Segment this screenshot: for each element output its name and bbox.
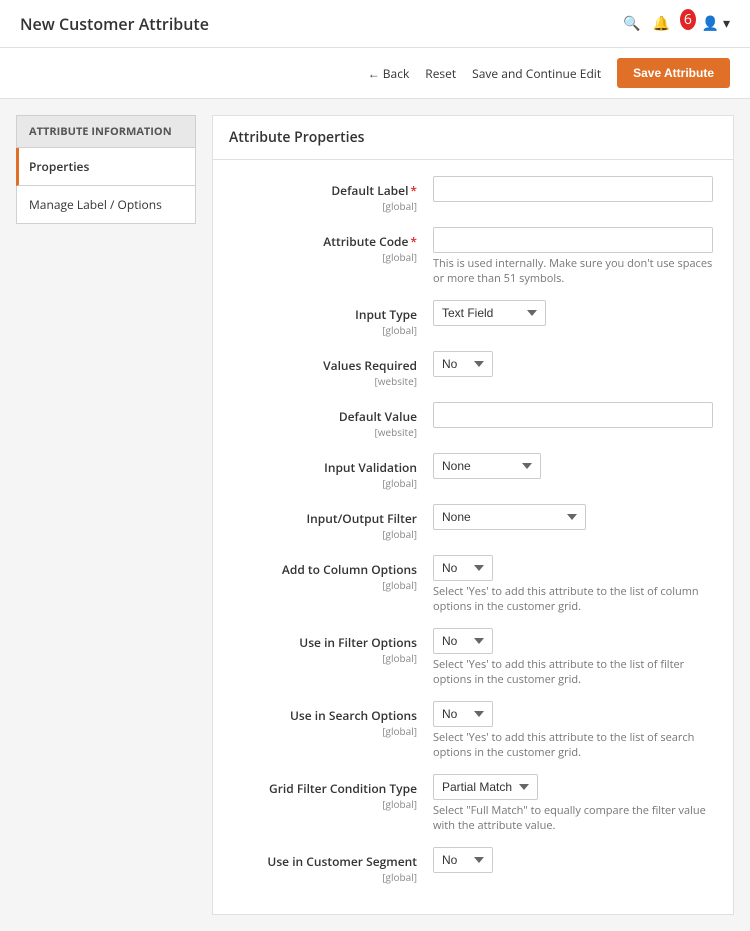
sidebar: Attribute Information Properties Manage … [16,115,196,915]
sidebar-item-properties[interactable]: Properties [16,148,196,186]
default-value-scope: [website] [233,425,417,439]
top-bar: New Customer Attribute 🔍 🔔 6 👤 ▾ [0,0,750,48]
default-label-scope: [global] [233,199,417,213]
grid-filter-select[interactable]: Partial Match Full Match Equal [433,774,538,800]
use-in-filter-select[interactable]: No Yes [433,628,493,654]
use-in-segment-label: Use in Customer Segment [267,853,417,870]
io-filter-label: Input/Output Filter [306,510,417,527]
sidebar-item-manage-label[interactable]: Manage Label / Options [16,186,196,224]
sidebar-section-title: Attribute Information [16,115,196,148]
default-value-label: Default Value [339,408,417,425]
input-type-scope: [global] [233,323,417,337]
form-row-io-filter: Input/Output Filter [global] None Strip … [233,504,713,541]
notifications-icon[interactable]: 🔔 6 [653,14,690,33]
add-to-column-scope: [global] [233,578,417,592]
use-in-segment-scope: [global] [233,870,417,884]
default-label-label: Default Label* [331,182,417,199]
form-row-grid-filter: Grid Filter Condition Type [global] Part… [233,774,713,833]
io-filter-scope: [global] [233,527,417,541]
attribute-code-input[interactable] [433,227,713,253]
input-type-select[interactable]: Text Field Text Area Date Yes/No Multipl… [433,300,546,326]
input-validation-select[interactable]: None Alphanumeric Numeric Only URL Email [433,453,541,479]
main-content: Attribute Information Properties Manage … [0,99,750,931]
attribute-code-hint: This is used internally. Make sure you d… [433,256,713,286]
use-in-filter-scope: [global] [233,651,417,665]
default-value-input[interactable] [433,402,713,428]
form-row-add-to-column: Add to Column Options [global] No Yes Se… [233,555,713,614]
use-in-filter-hint: Select 'Yes' to add this attribute to th… [433,657,713,687]
search-icon[interactable]: 🔍 [623,14,640,33]
user-icon[interactable]: 👤 ▾ [702,14,730,33]
input-validation-label: Input Validation [324,459,417,476]
action-bar: ← Back Reset Save and Continue Edit Save… [0,48,750,99]
save-attribute-button[interactable]: Save Attribute [617,58,730,88]
notification-badge: 6 [680,9,696,30]
back-link[interactable]: ← Back [368,65,410,82]
grid-filter-label: Grid Filter Condition Type [269,780,417,797]
required-marker2: * [410,233,417,250]
attribute-code-label: Attribute Code* [323,233,417,250]
form-panel-title: Attribute Properties [213,116,733,160]
page-title: New Customer Attribute [20,13,209,35]
use-in-search-label: Use in Search Options [290,707,417,724]
use-in-search-select[interactable]: No Yes [433,701,493,727]
use-in-segment-select[interactable]: No Yes [433,847,493,873]
add-to-column-select[interactable]: No Yes [433,555,493,581]
required-marker: * [410,182,417,199]
add-to-column-hint: Select 'Yes' to add this attribute to th… [433,584,713,614]
input-validation-scope: [global] [233,476,417,490]
use-in-search-scope: [global] [233,724,417,738]
add-to-column-label: Add to Column Options [282,561,417,578]
values-required-label: Values Required [323,357,417,374]
values-required-scope: [website] [233,374,417,388]
form-row-values-required: Values Required [website] No Yes [233,351,713,388]
form-row-attribute-code: Attribute Code* [global] This is used in… [233,227,713,286]
form-row-default-label: Default Label* [global] [233,176,713,213]
grid-filter-hint: Select "Full Match" to equally compare t… [433,803,713,833]
form-body: Default Label* [global] Attribute Code* … [213,160,733,914]
form-row-input-validation: Input Validation [global] None Alphanume… [233,453,713,490]
values-required-select[interactable]: No Yes [433,351,493,377]
attribute-code-scope: [global] [233,250,417,264]
form-row-use-in-search: Use in Search Options [global] No Yes Se… [233,701,713,760]
form-row-use-in-filter: Use in Filter Options [global] No Yes Se… [233,628,713,687]
form-row-use-in-segment: Use in Customer Segment [global] No Yes [233,847,713,884]
form-row-input-type: Input Type [global] Text Field Text Area… [233,300,713,337]
use-in-filter-label: Use in Filter Options [299,634,417,651]
form-panel: Attribute Properties Default Label* [glo… [212,115,734,915]
input-type-label: Input Type [355,306,417,323]
use-in-search-hint: Select 'Yes' to add this attribute to th… [433,730,713,760]
reset-link[interactable]: Reset [425,65,456,82]
form-row-default-value: Default Value [website] [233,402,713,439]
io-filter-select[interactable]: None Strip HTML Tags Escape HTML Entitie… [433,504,586,530]
save-continue-link[interactable]: Save and Continue Edit [472,65,601,82]
grid-filter-scope: [global] [233,797,417,811]
default-label-input[interactable] [433,176,713,202]
top-bar-icons: 🔍 🔔 6 👤 ▾ [623,14,730,33]
